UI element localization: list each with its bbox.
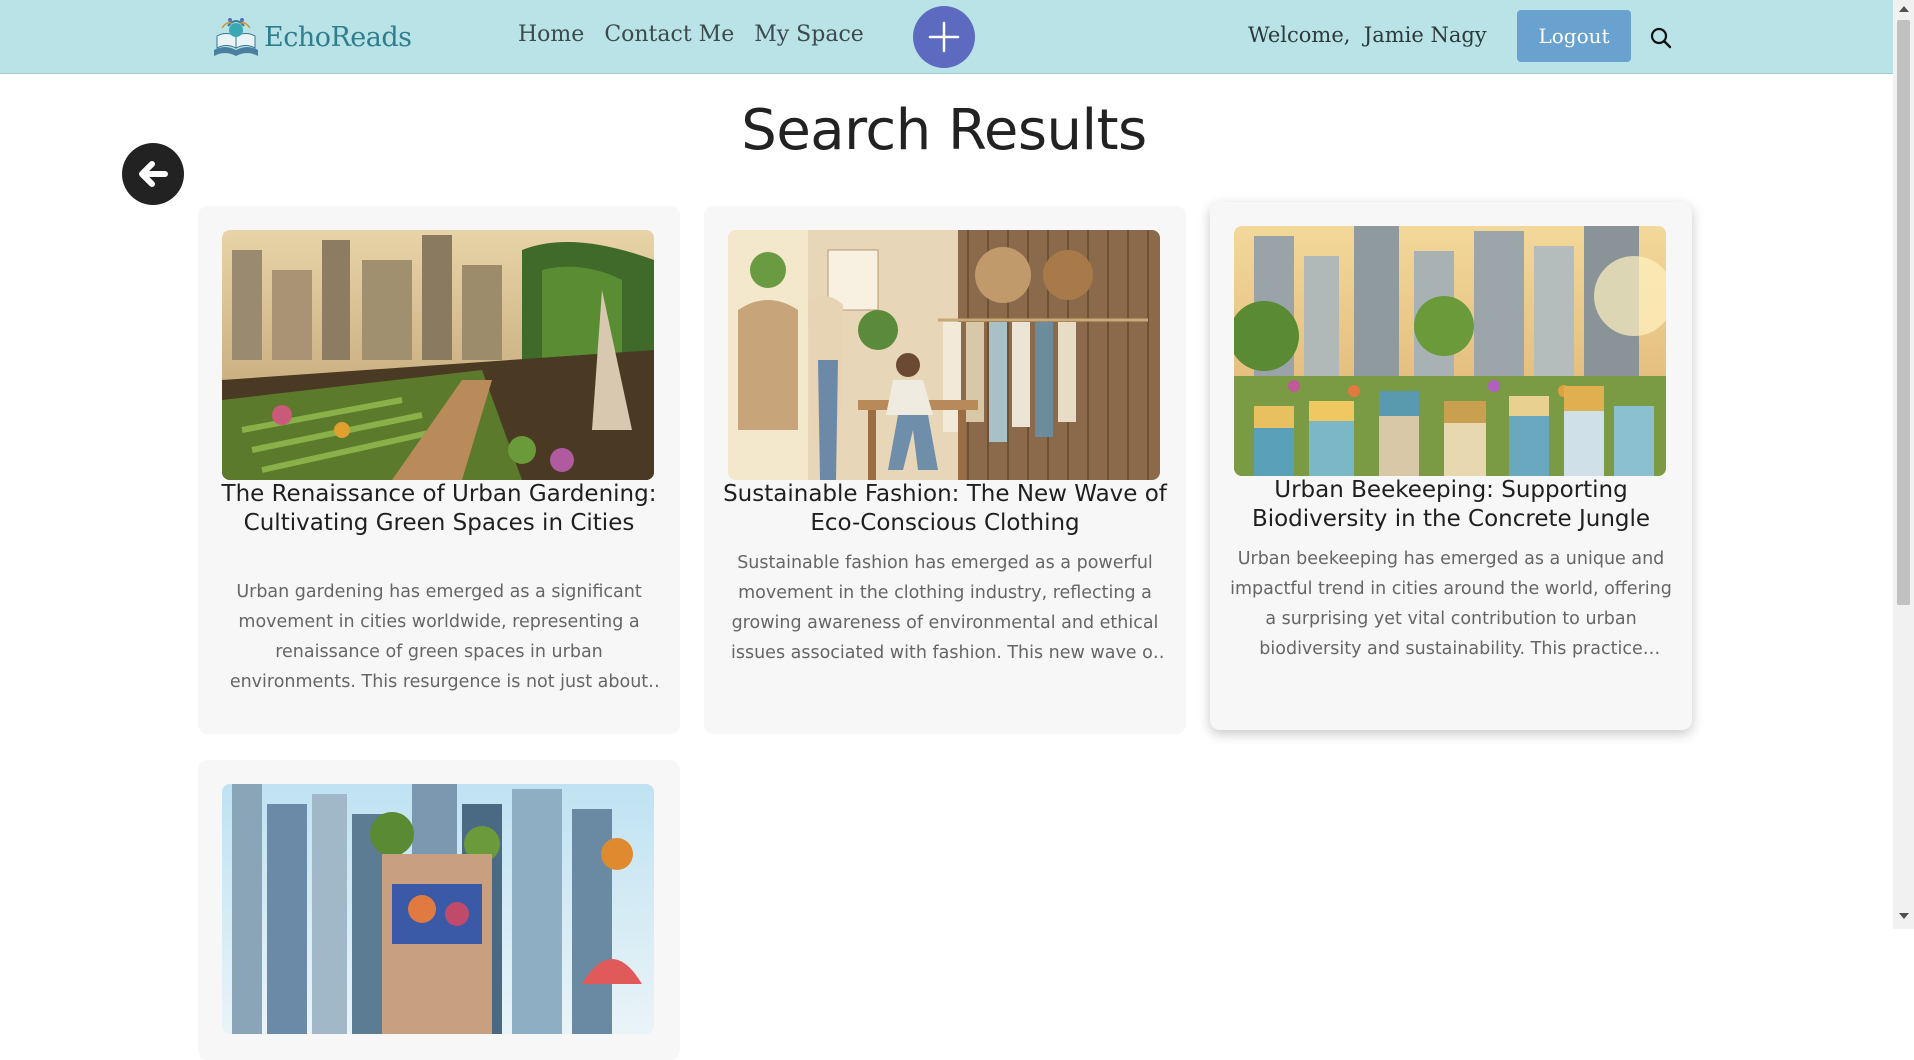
result-card[interactable]: Sustainable Fashion: The New Wave of Eco…: [704, 206, 1186, 734]
logout-button[interactable]: Logout: [1517, 10, 1631, 62]
page-scrollbar[interactable]: [1893, 0, 1914, 929]
nav-my-space-link[interactable]: My Space: [754, 22, 864, 47]
card-image: [728, 230, 1160, 480]
card-excerpt: Urban gardening has emerged as a signifi…: [229, 582, 649, 692]
scrollbar-thumb[interactable]: [1897, 20, 1910, 605]
arrow-left-circle-icon: [139, 161, 168, 187]
card-title: The Renaissance of Urban Gardening: Cult…: [221, 481, 657, 536]
card-excerpt: Sustainable fashion has emerged as a pow…: [730, 553, 1160, 663]
search-icon: [1650, 27, 1672, 49]
urban-garden-image: [222, 230, 654, 480]
result-card[interactable]: [198, 760, 680, 1060]
urban-city-art-image: [222, 784, 654, 1034]
sustainable-fashion-image: [728, 230, 1160, 480]
plus-icon: [928, 21, 960, 53]
scroll-up-arrow-icon[interactable]: [1899, 6, 1909, 12]
card-image: [1234, 226, 1666, 476]
book-logo-icon: [214, 18, 258, 56]
urban-beekeeping-image: [1234, 226, 1666, 476]
card-title: Sustainable Fashion: The New Wave of Eco…: [723, 481, 1167, 536]
back-button[interactable]: [122, 143, 184, 205]
logo-text: EchoReads: [264, 21, 412, 53]
page-title: Search Results: [741, 98, 1147, 163]
add-post-button[interactable]: [913, 6, 975, 68]
card-image: [222, 230, 654, 480]
card-image: [222, 784, 654, 1034]
card-excerpt: Urban beekeeping has emerged as a unique…: [1230, 549, 1672, 659]
nav-home-link[interactable]: Home: [518, 22, 584, 47]
top-navbar: EchoReads Home Contact Me My Space Welco…: [0, 0, 1893, 74]
nav-contact-link[interactable]: Contact Me: [604, 22, 734, 47]
search-button[interactable]: [1649, 26, 1673, 50]
scroll-down-arrow-icon[interactable]: [1899, 913, 1909, 919]
result-card[interactable]: The Renaissance of Urban Gardening: Cult…: [198, 206, 680, 734]
card-title: Urban Beekeeping: Supporting Biodiversit…: [1251, 477, 1651, 532]
main-nav: Home Contact Me My Space: [518, 22, 864, 47]
result-card[interactable]: Urban Beekeeping: Supporting Biodiversit…: [1210, 202, 1692, 730]
welcome-message: Welcome, Jamie Nagy: [1248, 23, 1487, 47]
site-logo[interactable]: EchoReads: [208, 14, 412, 60]
